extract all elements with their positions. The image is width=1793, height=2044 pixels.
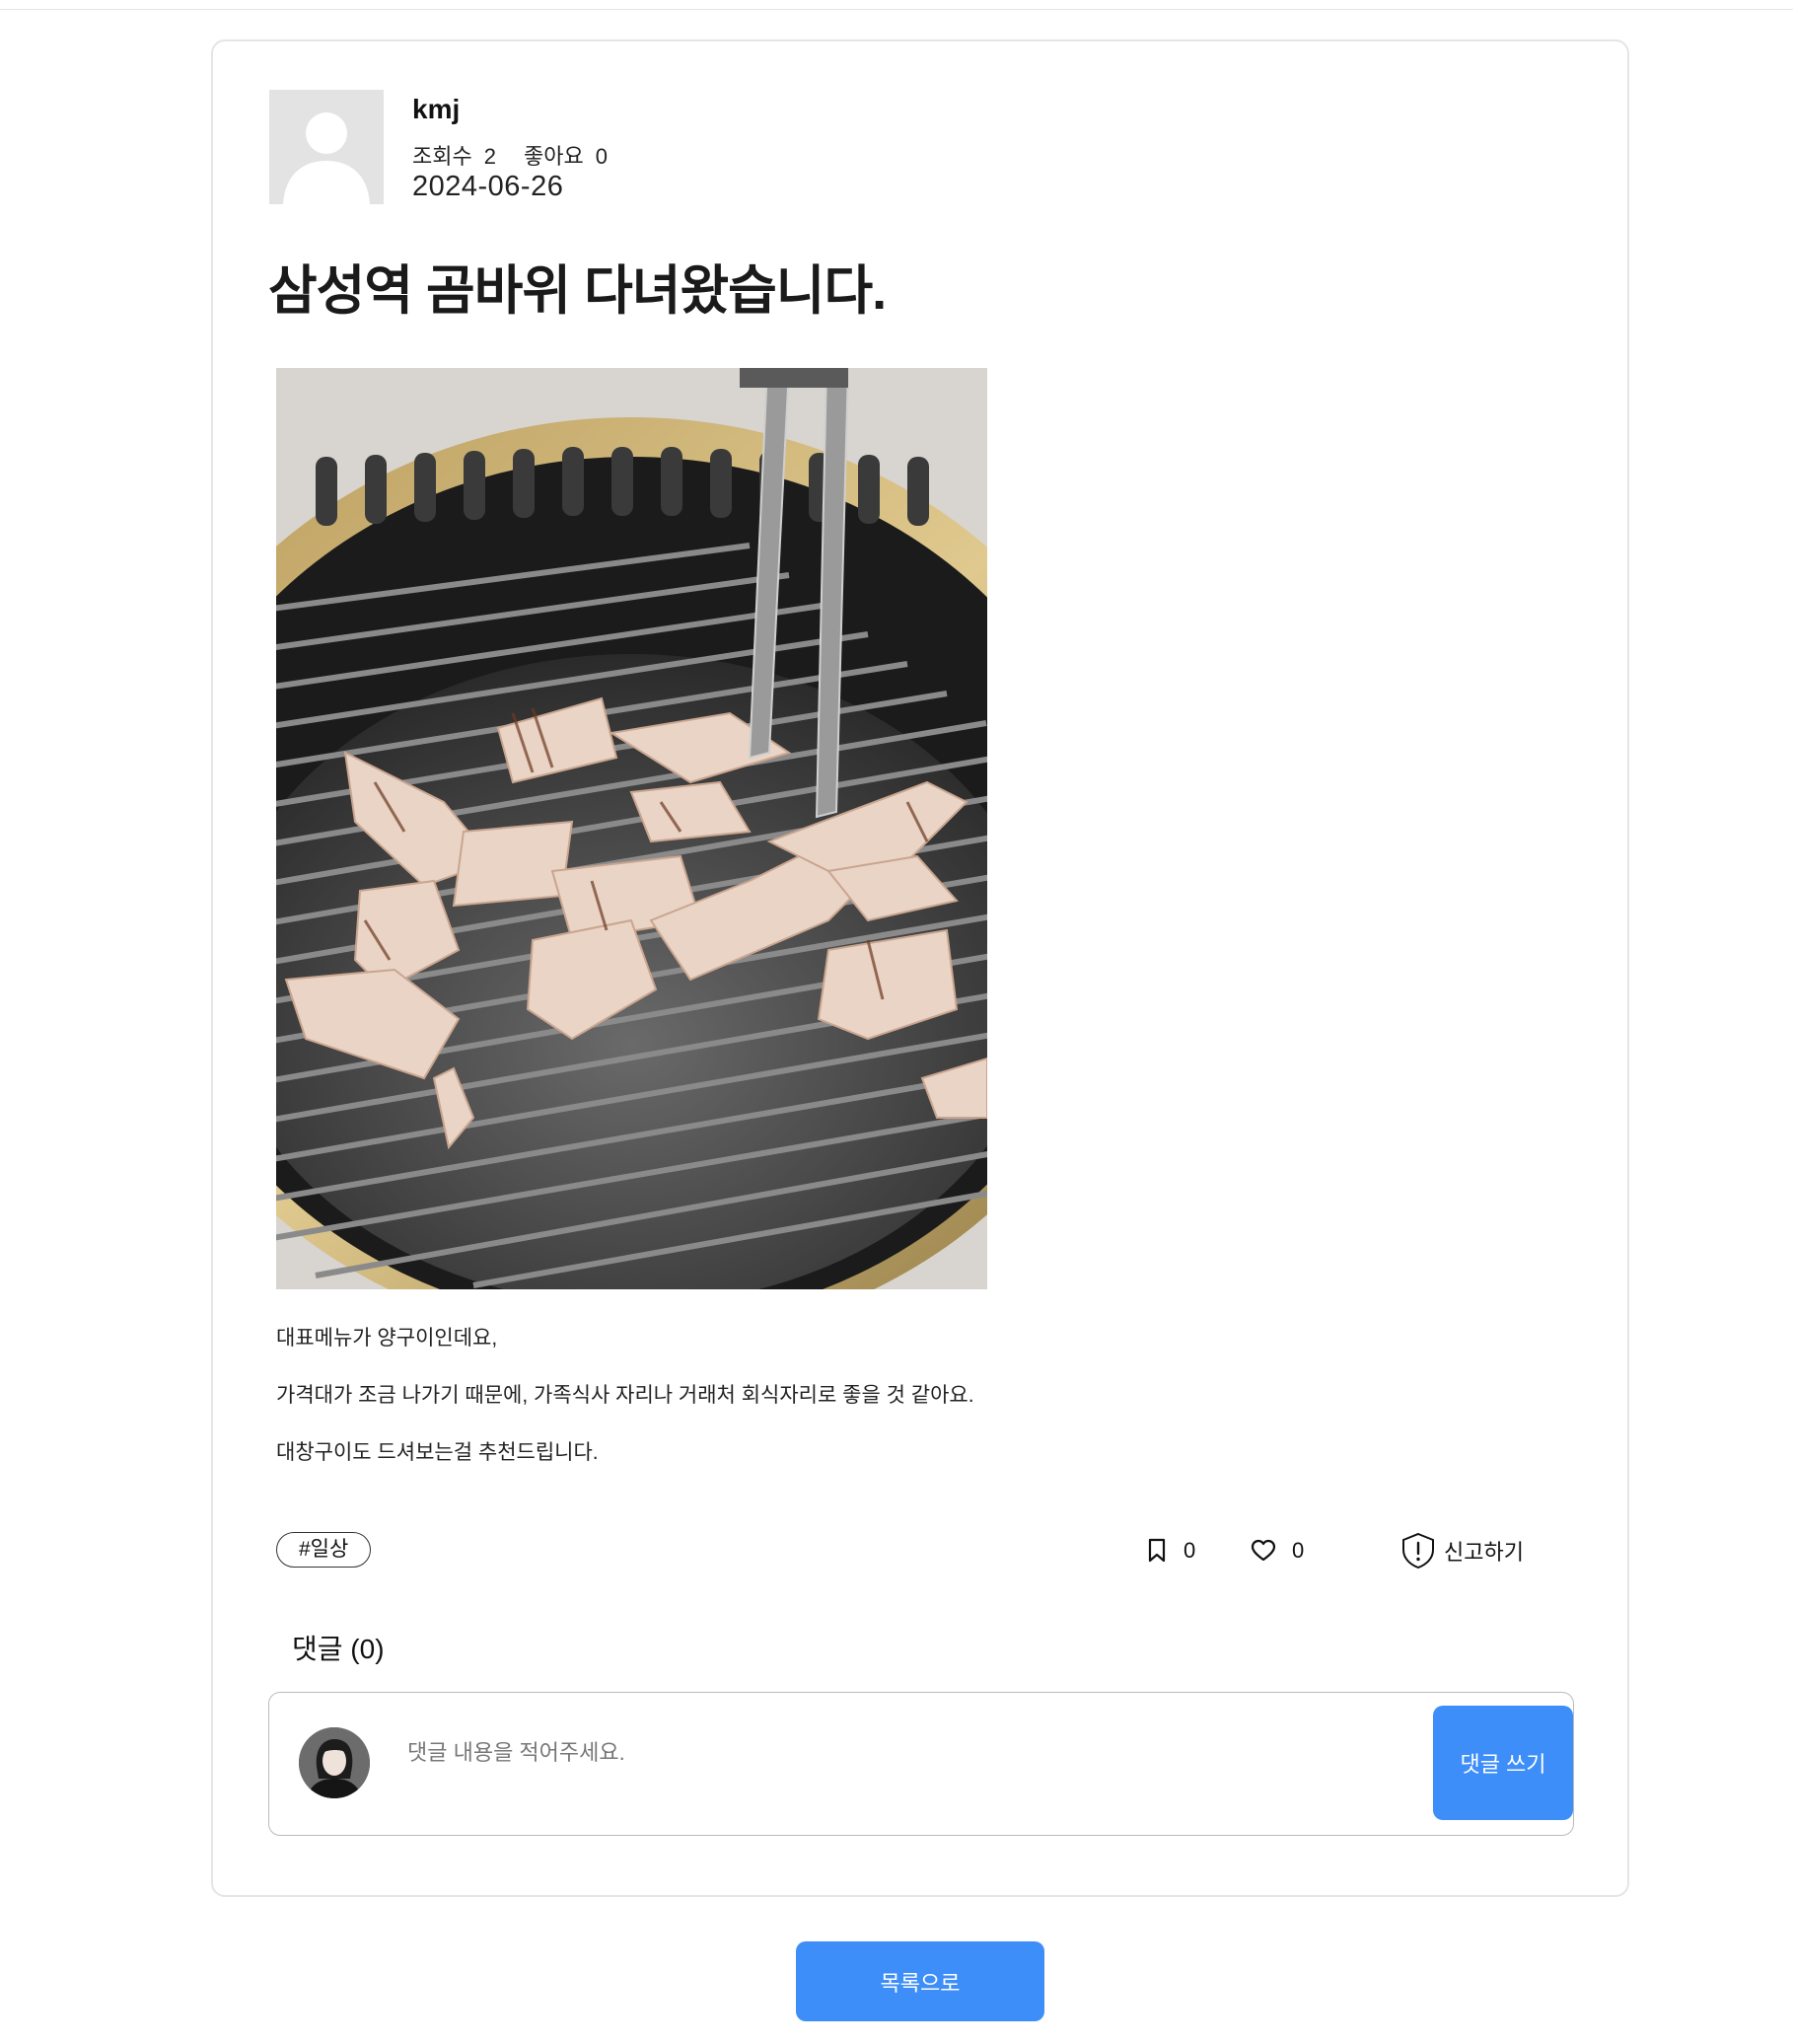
user-placeholder-icon (269, 90, 384, 204)
grill-photo-image (276, 368, 987, 1289)
shield-alert-icon (1402, 1532, 1434, 1570)
post-date: 2024-06-26 (412, 171, 564, 202)
author-avatar (269, 90, 384, 204)
post-title: 삼성역 곰바위 다녀왔습니다. (268, 261, 887, 321)
body-paragraph: 대표메뉴가 양구이인데요, (276, 1327, 498, 1350)
author-name: kmj (412, 94, 461, 124)
top-divider (0, 9, 1793, 10)
report-button[interactable]: 신고하기 (1400, 1532, 1524, 1570)
body-paragraph: 대창구이도 드셔보는걸 추천드립니다. (276, 1441, 599, 1464)
report-label: 신고하기 (1444, 1540, 1524, 1565)
like-button[interactable]: 0 (1251, 1534, 1304, 1568)
likes-label: 좋아요 (523, 144, 584, 169)
post-photo (276, 368, 987, 1289)
body-paragraph: 가격대가 조금 나가기 때문에, 가족식사 자리나 거래처 회식자리로 좋을 것… (276, 1384, 974, 1407)
likes-count: 0 (595, 144, 608, 169)
bookmark-icon (1148, 1538, 1166, 1563)
post-tag[interactable]: #일상 (276, 1532, 372, 1568)
comment-form: 댓글 쓰기 (268, 1692, 1574, 1836)
bookmark-button[interactable]: 0 (1146, 1534, 1195, 1568)
author-header: kmj 조회수 2 좋아요 0 2024-06-26 (269, 90, 900, 208)
bookmark-count: 0 (1183, 1538, 1196, 1563)
user-photo-icon (299, 1727, 370, 1798)
post-stats: 조회수 2 좋아요 0 (412, 139, 619, 171)
heart-icon (1251, 1539, 1276, 1562)
submit-comment-button[interactable]: 댓글 쓰기 (1433, 1706, 1573, 1820)
commenter-avatar (299, 1727, 370, 1798)
post-card: kmj 조회수 2 좋아요 0 2024-06-26 삼성역 곰바위 다녀왔습니다. (211, 39, 1629, 1897)
comment-input[interactable] (407, 1728, 1394, 1778)
like-count: 0 (1292, 1538, 1305, 1563)
post-body: 대표메뉴가 양구이인데요, 가격대가 조금 나가기 때문에, 가족식사 자리나 … (276, 1324, 974, 1496)
views-label: 조회수 (412, 144, 472, 169)
views-count: 2 (483, 144, 496, 169)
back-to-list-button[interactable]: 목록으로 (796, 1941, 1044, 2021)
comments-title: 댓글 (0) (292, 1634, 385, 1664)
